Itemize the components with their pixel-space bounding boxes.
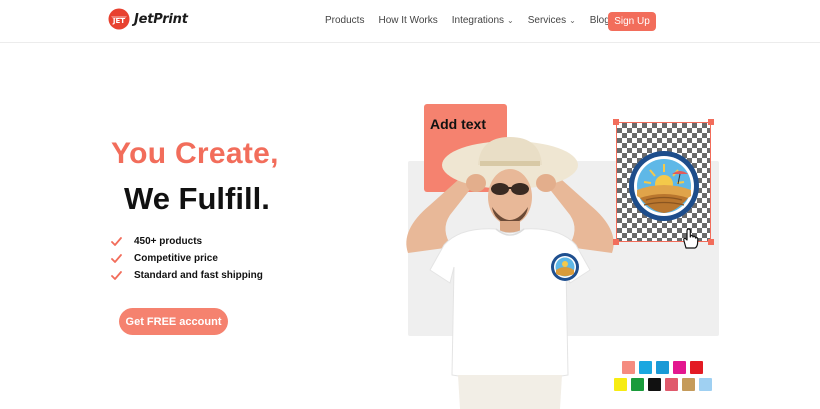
- get-free-account-button[interactable]: Get FREE account: [119, 308, 228, 335]
- color-swatch[interactable]: [682, 378, 695, 391]
- chevron-down-icon: ⌄: [507, 16, 514, 25]
- feature-label: 450+ products: [134, 236, 203, 247]
- color-swatch[interactable]: [631, 378, 644, 391]
- nav-integrations[interactable]: Integrations ⌄: [452, 15, 514, 26]
- check-icon: [111, 271, 122, 280]
- check-icon: [111, 237, 122, 246]
- color-swatch[interactable]: [622, 361, 635, 374]
- model-wearing-tshirt-image: [406, 137, 614, 409]
- logo-text: JetPrint: [134, 11, 188, 27]
- swatch-row: [622, 361, 712, 374]
- swatch-row: [614, 378, 712, 391]
- resize-handle[interactable]: [708, 239, 714, 245]
- sign-up-button[interactable]: Sign Up: [608, 12, 656, 31]
- nav-services[interactable]: Services ⌄: [528, 15, 576, 26]
- feature-label: Competitive price: [134, 253, 218, 264]
- color-swatch[interactable]: [699, 378, 712, 391]
- hero-title-line2: We Fulfill.: [124, 181, 270, 216]
- resize-handle[interactable]: [708, 119, 714, 125]
- pointer-hand-icon: [683, 228, 699, 249]
- color-swatch[interactable]: [690, 361, 703, 374]
- color-swatches: [614, 361, 712, 395]
- check-icon: [111, 254, 122, 263]
- hero-title-line1: You Create,: [111, 137, 279, 170]
- nav-how-it-works[interactable]: How It Works: [378, 15, 437, 26]
- sun-landscape-badge-icon[interactable]: [628, 150, 700, 222]
- main-nav: Products How It Works Integrations ⌄ Serv…: [325, 15, 624, 26]
- nav-label: Products: [325, 15, 365, 26]
- logo[interactable]: JET JetPrint: [108, 8, 188, 30]
- nav-blog[interactable]: Blog: [590, 15, 610, 26]
- list-item: Standard and fast shipping: [111, 267, 263, 284]
- resize-handle[interactable]: [613, 119, 619, 125]
- list-item: 450+ products: [111, 233, 263, 250]
- nav-products[interactable]: Products: [325, 15, 364, 26]
- color-swatch[interactable]: [614, 378, 627, 391]
- add-text-label: Add text: [430, 116, 486, 132]
- color-swatch[interactable]: [673, 361, 686, 374]
- jetprint-logo-icon: JET: [108, 8, 130, 30]
- nav-label: Services: [527, 15, 567, 26]
- feature-list: 450+ products Competitive price Standard…: [111, 233, 263, 284]
- color-swatch[interactable]: [639, 361, 652, 374]
- nav-label: How It Works: [378, 15, 438, 26]
- resize-handle[interactable]: [613, 239, 619, 245]
- chevron-down-icon: ⌄: [569, 16, 576, 25]
- color-swatch[interactable]: [648, 378, 661, 391]
- list-item: Competitive price: [111, 250, 263, 267]
- svg-text:JET: JET: [112, 17, 125, 25]
- site-header: JET JetPrint Products How It Works Integ…: [0, 0, 820, 43]
- nav-label: Blog: [589, 15, 610, 26]
- feature-label: Standard and fast shipping: [134, 270, 263, 281]
- nav-label: Integrations: [451, 15, 505, 26]
- color-swatch[interactable]: [656, 361, 669, 374]
- color-swatch[interactable]: [665, 378, 678, 391]
